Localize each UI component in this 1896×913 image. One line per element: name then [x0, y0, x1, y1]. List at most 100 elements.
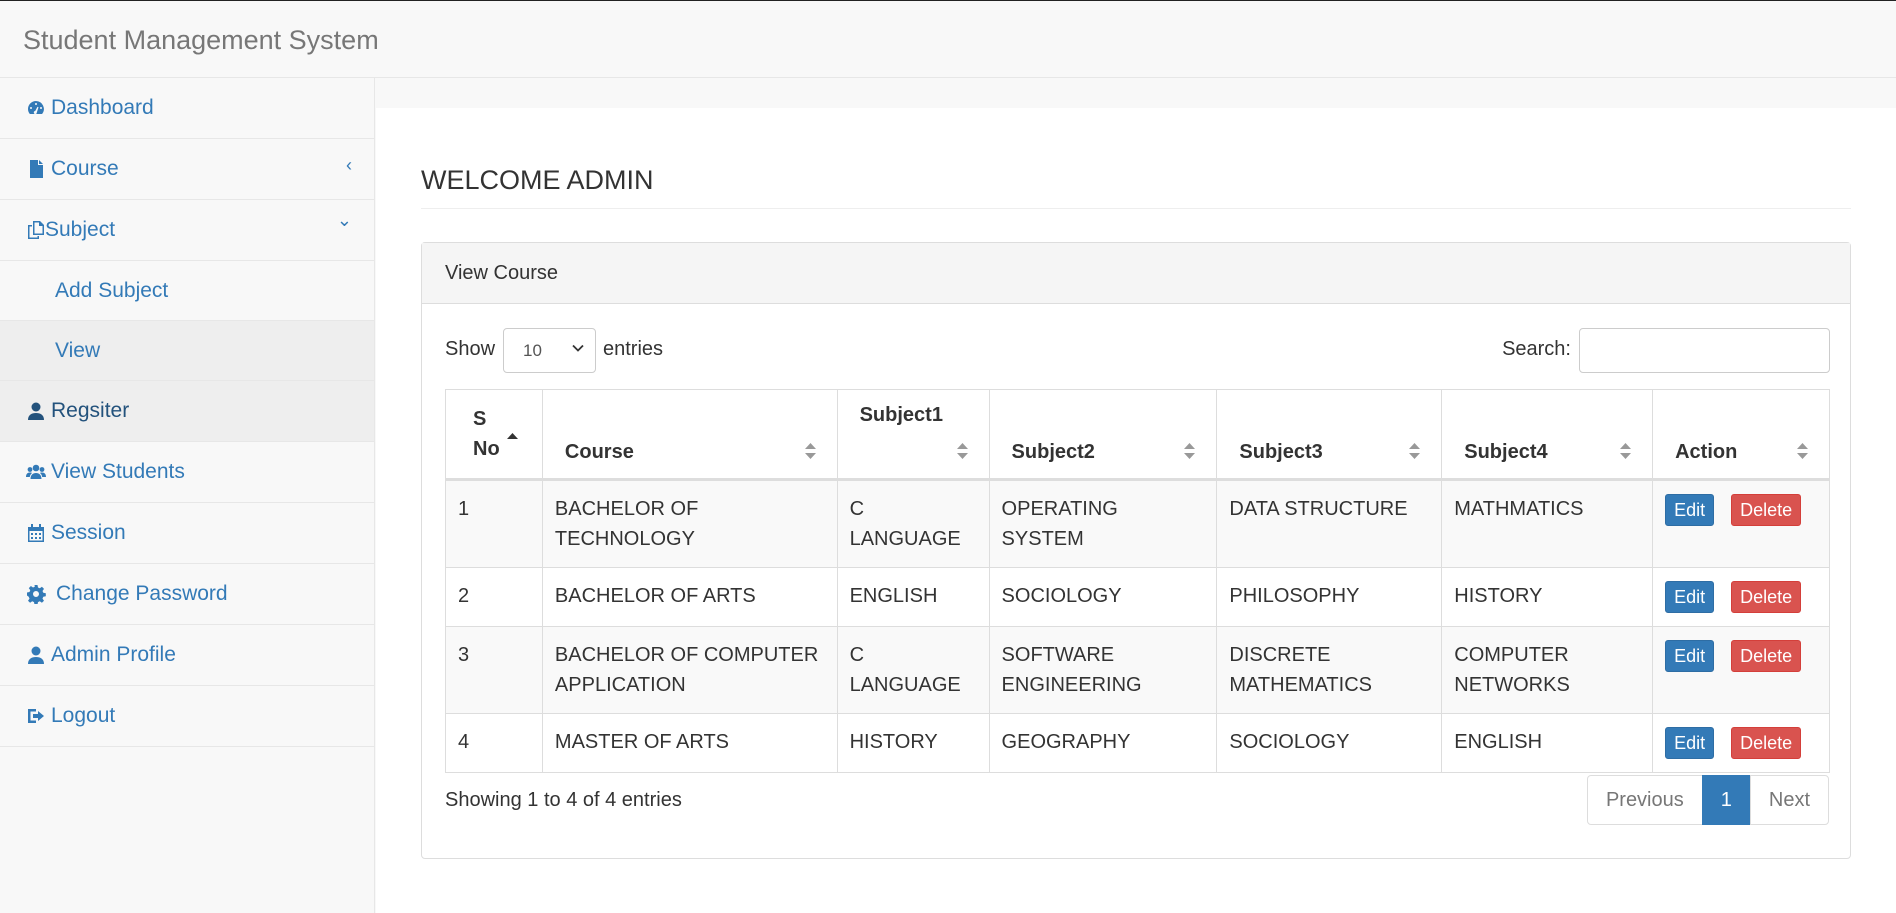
- table-row: 1 BACHELOR OF TECHNOLOGY C LANGUAGE OPER…: [445, 479, 1830, 568]
- sidebar-item-label: Dashboard: [51, 96, 154, 119]
- pagination-next[interactable]: Next: [1749, 775, 1829, 825]
- column-header-subject1[interactable]: Subject1: [836, 389, 990, 481]
- sidebar-item-logout[interactable]: Logout: [0, 686, 374, 747]
- column-header-label: Subject1: [859, 404, 943, 426]
- cell-subject4: MATHMATICS: [1441, 479, 1654, 568]
- edit-button[interactable]: Edit: [1665, 494, 1715, 526]
- column-header-label: Action: [1675, 441, 1738, 463]
- cell-subject1: HISTORY: [836, 713, 990, 773]
- cell-sno: 2: [445, 567, 543, 627]
- file-icon: [25, 158, 47, 180]
- sidebar-item-course[interactable]: Course ‹: [0, 139, 374, 200]
- table-row: 3 BACHELOR OF COMPUTER APPLICATION C LAN…: [445, 626, 1830, 714]
- gear-icon: [25, 583, 47, 605]
- delete-button[interactable]: Delete: [1731, 581, 1802, 613]
- entries-length-value: 10: [523, 341, 542, 360]
- table-row: 4 MASTER OF ARTS HISTORY GEOGRAPHY SOCIO…: [445, 713, 1830, 773]
- cell-subject2: GEOGRAPHY: [988, 713, 1218, 773]
- sidebar-item-label: Change Password: [56, 582, 228, 605]
- cell-action: Edit Delete: [1652, 626, 1830, 714]
- sidebar-item-session[interactable]: Session: [0, 503, 374, 564]
- cell-subject3: DISCRETE MATHEMATICS: [1216, 626, 1443, 714]
- sidebar: Dashboard Course ‹ Subject ⌄ Add Subject…: [0, 78, 375, 913]
- brand-title[interactable]: Student Management System: [23, 25, 379, 56]
- sidebar-item-label: Regsiter: [51, 399, 130, 422]
- column-header-course[interactable]: Course: [541, 389, 838, 481]
- delete-button[interactable]: Delete: [1731, 494, 1802, 526]
- sidebar-item-admin-profile[interactable]: Admin Profile: [0, 625, 374, 686]
- page-title: WELCOME ADMIN: [421, 165, 1851, 209]
- copy-icon: [25, 219, 47, 241]
- table-header-row: S No Course Subject1 Subject2 Subject3 S…: [445, 389, 1830, 481]
- course-table: S No Course Subject1 Subject2 Subject3 S…: [445, 389, 1830, 773]
- sidebar-item-subject[interactable]: Subject ⌄: [0, 200, 374, 261]
- sort-both-icon: [804, 443, 816, 459]
- edit-button[interactable]: Edit: [1665, 727, 1715, 759]
- sidebar-subitem-add-subject[interactable]: Add Subject: [0, 261, 374, 321]
- sort-asc-icon: [507, 433, 518, 439]
- pagination-previous[interactable]: Previous: [1586, 775, 1703, 825]
- table-info: Showing 1 to 4 of 4 entries: [445, 789, 682, 811]
- sort-both-icon: [1409, 443, 1421, 459]
- chevron-left-icon: ‹: [346, 155, 352, 175]
- sort-both-icon: [1797, 443, 1808, 459]
- sidebar-subitem-view[interactable]: View: [0, 321, 374, 381]
- cell-subject3: PHILOSOPHY: [1216, 567, 1443, 627]
- edit-button[interactable]: Edit: [1665, 640, 1715, 672]
- edit-button[interactable]: Edit: [1665, 581, 1715, 613]
- cell-subject4: HISTORY: [1441, 567, 1654, 627]
- sidebar-item-label: Course: [51, 157, 119, 180]
- cell-subject1: C LANGUAGE: [836, 626, 990, 714]
- user-icon: [25, 400, 47, 422]
- sidebar-item-register[interactable]: Regsiter: [0, 381, 374, 442]
- entries-length-select[interactable]: 10: [503, 328, 596, 373]
- users-icon: [25, 461, 47, 483]
- length-label-after: entries: [603, 338, 664, 360]
- column-header-subject4[interactable]: Subject4: [1441, 389, 1654, 481]
- table-controls: Show 10 entries Search:: [445, 328, 1830, 374]
- cell-subject2: SOCIOLOGY: [988, 567, 1218, 627]
- sidebar-item-dashboard[interactable]: Dashboard: [0, 78, 374, 139]
- chevron-down-icon: ⌄: [336, 210, 352, 230]
- sidebar-item-label: Admin Profile: [51, 643, 176, 666]
- cell-action: Edit Delete: [1652, 567, 1830, 627]
- length-label-before: Show: [445, 338, 496, 360]
- cell-course: BACHELOR OF COMPUTER APPLICATION: [541, 626, 838, 714]
- sidebar-item-view-students[interactable]: View Students: [0, 442, 374, 503]
- column-header-label: Subject2: [1011, 441, 1095, 463]
- cell-subject3: DATA STRUCTURE: [1216, 479, 1443, 568]
- delete-button[interactable]: Delete: [1731, 640, 1802, 672]
- cell-course: BACHELOR OF TECHNOLOGY: [541, 479, 838, 568]
- cell-subject1: C LANGUAGE: [836, 479, 990, 568]
- view-course-panel: View Course Show 10 entries Search: S No: [421, 242, 1851, 859]
- column-header-subject3[interactable]: Subject3: [1216, 389, 1443, 481]
- cell-course: BACHELOR OF ARTS: [541, 567, 838, 627]
- top-navbar: Student Management System: [0, 1, 1896, 78]
- column-header-sno[interactable]: S No: [445, 389, 543, 481]
- column-header-label: S No: [473, 408, 500, 460]
- cell-sno: 4: [445, 713, 543, 773]
- cell-subject3: SOCIOLOGY: [1216, 713, 1443, 773]
- sort-both-icon: [956, 443, 968, 459]
- pagination-page-1[interactable]: 1: [1701, 775, 1751, 825]
- sort-both-icon: [1620, 443, 1632, 459]
- sidebar-item-change-password[interactable]: Change Password: [0, 564, 374, 625]
- chevron-down-icon: [572, 344, 584, 352]
- column-header-label: Course: [564, 441, 634, 463]
- column-header-action[interactable]: Action: [1652, 389, 1830, 481]
- delete-button[interactable]: Delete: [1731, 727, 1802, 759]
- column-header-label: Subject3: [1239, 441, 1323, 463]
- user-icon: [25, 644, 47, 666]
- sidebar-item-label: Session: [51, 521, 126, 544]
- cell-action: Edit Delete: [1652, 713, 1830, 773]
- search-input[interactable]: [1579, 328, 1830, 373]
- cell-subject4: ENGLISH: [1441, 713, 1654, 773]
- sort-both-icon: [1184, 443, 1196, 459]
- cell-sno: 3: [445, 626, 543, 714]
- dashboard-icon: [25, 97, 47, 119]
- cell-subject2: OPERATING SYSTEM: [988, 479, 1218, 568]
- cell-action: Edit Delete: [1652, 479, 1830, 568]
- search-label: Search:: [1502, 338, 1571, 360]
- sidebar-item-label: View Students: [51, 460, 185, 483]
- column-header-subject2[interactable]: Subject2: [988, 389, 1218, 481]
